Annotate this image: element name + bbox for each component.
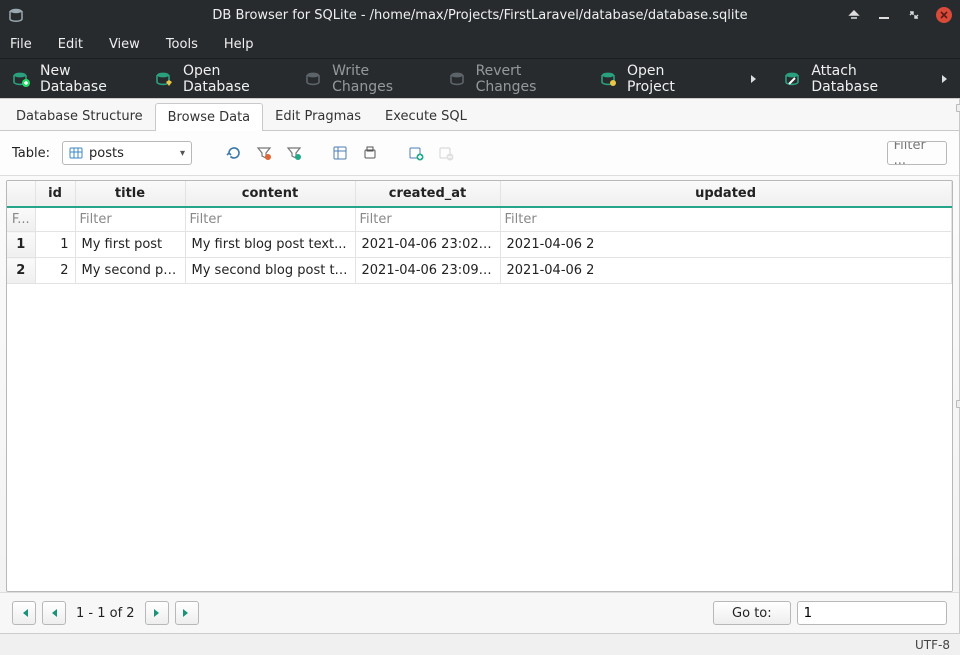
keep-above-icon[interactable] [846, 7, 862, 23]
save-filters-button[interactable] [284, 143, 304, 163]
app-db-icon [8, 7, 24, 23]
page-last-button[interactable] [175, 601, 199, 625]
cell-created[interactable]: 2021-04-06 23:02:49 [355, 232, 500, 258]
menu-bar: File Edit View Tools Help [0, 30, 960, 58]
print-button[interactable] [330, 143, 350, 163]
grid-corner [7, 181, 35, 207]
db-attach-icon [783, 70, 801, 88]
rowhdr: 1 [7, 232, 35, 258]
grid-empty-area [7, 284, 952, 591]
goto-button[interactable]: Go to: [713, 601, 791, 625]
chevron-down-icon: ▾ [180, 148, 185, 159]
tab-database-structure[interactable]: Database Structure [4, 103, 155, 130]
maximize-icon[interactable] [906, 7, 922, 23]
tab-edit-pragmas[interactable]: Edit Pragmas [263, 103, 373, 130]
dock-float-icon[interactable] [956, 400, 960, 408]
data-grid[interactable]: id title content created_at updated F...… [6, 180, 953, 592]
filter-title[interactable]: Filter [75, 207, 185, 232]
page-prev-button[interactable] [42, 601, 66, 625]
cell-content[interactable]: My second blog post text [185, 258, 355, 284]
col-id[interactable]: id [35, 181, 75, 207]
window-title: DB Browser for SQLite - /home/max/Projec… [0, 8, 960, 23]
attach-database-button[interactable]: Attach Database [779, 59, 917, 99]
table-row[interactable]: 2 2 My second post My second blog post t… [7, 258, 951, 284]
grid-header-row: id title content created_at updated [7, 181, 951, 207]
status-encoding: UTF-8 [915, 638, 950, 652]
main-tabs: Database Structure Browse Data Edit Prag… [0, 99, 959, 131]
export-button[interactable] [360, 143, 380, 163]
menu-tools[interactable]: Tools [162, 33, 202, 56]
page-range: 1 - 1 of 2 [72, 606, 139, 621]
filter-content[interactable]: Filter [185, 207, 355, 232]
col-updated-at[interactable]: updated [500, 181, 951, 207]
table-row[interactable]: 1 1 My first post My first blog post tex… [7, 232, 951, 258]
col-title[interactable]: title [75, 181, 185, 207]
clear-filters-button[interactable] [254, 143, 274, 163]
db-write-icon [304, 70, 322, 88]
cell-title[interactable]: My second post [75, 258, 185, 284]
write-changes-button[interactable]: Write Changes [300, 59, 425, 99]
left-pane: Database Structure Browse Data Edit Prag… [0, 99, 960, 633]
db-revert-icon [448, 70, 466, 88]
overflow-right-icon[interactable] [936, 70, 952, 88]
revert-changes-label: Revert Changes [476, 63, 573, 95]
cell-title[interactable]: My first post [75, 232, 185, 258]
open-database-label: Open Database [183, 63, 278, 95]
cell-updated[interactable]: 2021-04-06 2 [500, 258, 951, 284]
minimize-icon[interactable] [876, 7, 892, 23]
new-database-button[interactable]: New Database [8, 59, 133, 99]
main-toolbar: New Database Open Database Write Changes… [0, 58, 960, 98]
table-select[interactable]: posts ▾ [62, 141, 192, 165]
revert-changes-button[interactable]: Revert Changes [444, 59, 577, 99]
open-project-label: Open Project [627, 63, 705, 95]
cell-id[interactable]: 2 [35, 258, 75, 284]
add-record-button[interactable] [406, 143, 426, 163]
delete-record-button[interactable] [436, 143, 456, 163]
cell-created[interactable]: 2021-04-06 23:09:42 [355, 258, 500, 284]
grid-filter-row: F... Filter Filter Filter Filter [7, 207, 951, 232]
db-new-icon [12, 70, 30, 88]
menu-help[interactable]: Help [220, 33, 258, 56]
goto-input[interactable] [797, 601, 947, 625]
new-database-label: New Database [40, 63, 129, 95]
db-project-icon [599, 70, 617, 88]
menu-file[interactable]: File [6, 33, 36, 56]
table-label: Table: [12, 146, 50, 161]
filter-updated[interactable]: Filter [500, 207, 951, 232]
workspace: Database Structure Browse Data Edit Prag… [0, 98, 960, 633]
pager: 1 - 1 of 2 Go to: [0, 592, 959, 633]
tab-browse-data[interactable]: Browse Data [155, 103, 264, 131]
rowhdr: 2 [7, 258, 35, 284]
page-first-button[interactable] [12, 601, 36, 625]
dock-float-icon[interactable] [956, 104, 960, 112]
write-changes-label: Write Changes [332, 63, 421, 95]
cell-id[interactable]: 1 [35, 232, 75, 258]
filter-any-placeholder: Filter ... [894, 141, 940, 165]
overflow-left-icon[interactable] [745, 70, 761, 88]
col-content[interactable]: content [185, 181, 355, 207]
browse-toolbar: Table: posts ▾ Filter ... [0, 131, 959, 176]
cell-updated[interactable]: 2021-04-06 2 [500, 232, 951, 258]
filter-created[interactable]: Filter [355, 207, 500, 232]
refresh-button[interactable] [224, 143, 244, 163]
db-open-icon [155, 70, 173, 88]
filter-id[interactable] [35, 207, 75, 232]
cell-content[interactable]: My first blog post text... [185, 232, 355, 258]
open-database-button[interactable]: Open Database [151, 59, 282, 99]
menu-edit[interactable]: Edit [54, 33, 87, 56]
table-icon [69, 146, 83, 160]
title-bar: DB Browser for SQLite - /home/max/Projec… [0, 0, 960, 30]
filter-any-input[interactable]: Filter ... [887, 141, 947, 165]
menu-view[interactable]: View [105, 33, 144, 56]
page-next-button[interactable] [145, 601, 169, 625]
status-bar: UTF-8 [0, 633, 960, 655]
col-created-at[interactable]: created_at [355, 181, 500, 207]
close-icon[interactable] [936, 7, 952, 23]
attach-database-label: Attach Database [811, 63, 913, 95]
tab-execute-sql[interactable]: Execute SQL [373, 103, 479, 130]
open-project-button[interactable]: Open Project [595, 59, 709, 99]
filter-rowhdr: F... [7, 207, 35, 232]
table-selected: posts [89, 146, 124, 161]
